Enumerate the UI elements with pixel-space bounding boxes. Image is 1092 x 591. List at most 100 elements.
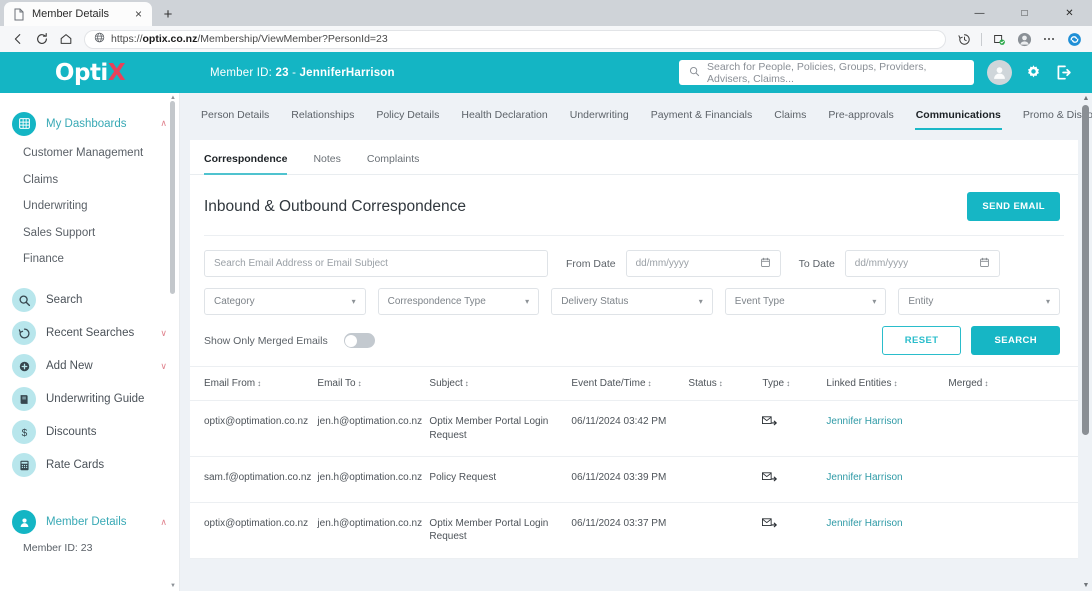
tab-correspondence[interactable]: Correspondence <box>204 153 300 175</box>
cell-type <box>762 400 827 457</box>
tab-complaints[interactable]: Complaints <box>354 153 433 174</box>
column-merged[interactable]: Merged ↕ <box>948 366 1078 401</box>
sidebar-group-my-dashboards[interactable]: My Dashboards ∧ <box>0 107 179 140</box>
entity-select[interactable]: Entity ▾ <box>898 288 1060 315</box>
sidebar-item-underwriting[interactable]: Underwriting <box>0 193 179 220</box>
sidebar-item-customer-management[interactable]: Customer Management <box>0 140 179 167</box>
profile-avatar-icon[interactable] <box>1013 28 1035 50</box>
sidebar-member-id-text: Member ID: 23 <box>23 541 93 554</box>
calendar-icon[interactable] <box>979 257 990 271</box>
sidebar-item-recent-searches[interactable]: Recent Searches ∨ <box>0 317 179 350</box>
sidebar-scrollbar[interactable]: ▲ ▼ <box>170 95 176 589</box>
delivery-status-select[interactable]: Delivery Status ▾ <box>551 288 713 315</box>
sort-icon: ↕ <box>257 379 262 388</box>
new-tab-button[interactable]: + <box>155 2 181 26</box>
sidebar-item-search[interactable]: Search <box>0 284 179 317</box>
main-scrollbar[interactable]: ▲ ▼ <box>1082 95 1090 589</box>
reset-button[interactable]: RESET <box>881 326 962 355</box>
close-icon[interactable]: × <box>131 7 146 22</box>
correspondence-type-select[interactable]: Correspondence Type ▾ <box>377 288 540 315</box>
reload-icon[interactable] <box>31 28 53 50</box>
linked-entity-link[interactable]: Jennifer Harrison <box>826 416 902 427</box>
chevron-up-icon[interactable]: ∧ <box>160 517 167 528</box>
chevron-down-icon[interactable]: ∨ <box>160 361 167 372</box>
column-type[interactable]: Type ↕ <box>762 366 827 401</box>
back-icon[interactable] <box>7 28 29 50</box>
logo-accent-letter: X <box>107 59 126 86</box>
search-input[interactable]: Search Email Address or Email Subject <box>204 250 548 277</box>
from-date-input[interactable]: dd/mm/yyyy <box>625 250 781 277</box>
sidebar-item-add-new[interactable]: Add New ∨ <box>0 350 179 383</box>
linked-entity-link[interactable]: Jennifer Harrison <box>826 518 902 529</box>
settings-gear-icon[interactable] <box>1025 64 1042 81</box>
merged-emails-toggle[interactable] <box>343 333 375 348</box>
tab-claims[interactable]: Claims <box>763 109 817 130</box>
cell-email-from: optix@optimation.co.nz <box>190 400 318 457</box>
tab-person-details[interactable]: Person Details <box>190 109 280 130</box>
scroll-up-arrow-icon[interactable]: ▲ <box>1082 95 1090 102</box>
chevron-up-icon[interactable]: ∧ <box>160 118 167 129</box>
browser-menu-icon[interactable] <box>1038 28 1060 50</box>
tab-underwriting[interactable]: Underwriting <box>559 109 640 130</box>
table-row[interactable]: optix@optimation.co.nz jen.h@optimation.… <box>190 502 1078 559</box>
minimize-icon[interactable]: — <box>957 0 1002 26</box>
event-type-select[interactable]: Event Type ▾ <box>724 288 887 315</box>
maximize-icon[interactable]: □ <box>1002 0 1047 26</box>
chevron-down-icon[interactable]: ∨ <box>160 328 167 339</box>
table-row[interactable]: optix@optimation.co.nz jen.h@optimation.… <box>190 400 1078 457</box>
logout-icon[interactable] <box>1055 64 1072 81</box>
sidebar-scrollbar-thumb[interactable] <box>170 101 175 294</box>
address-bar[interactable]: https://optix.co.nz/Membership/ViewMembe… <box>84 29 946 49</box>
tab-health-declaration[interactable]: Health Declaration <box>450 109 558 130</box>
scroll-down-arrow-icon[interactable]: ▼ <box>170 583 176 589</box>
sidebar-item-claims[interactable]: Claims <box>0 167 179 194</box>
linked-entity-link[interactable]: Jennifer Harrison <box>826 472 902 483</box>
category-select-value: Category <box>214 296 255 307</box>
column-subject[interactable]: Subject ↕ <box>429 366 572 401</box>
sidebar-item-discounts[interactable]: $ Discounts <box>0 416 179 449</box>
to-date-input[interactable]: dd/mm/yyyy <box>844 250 1000 277</box>
member-header-info: Member ID: 23 - JenniferHarrison <box>210 67 395 79</box>
window-close-icon[interactable]: ✕ <box>1047 0 1092 26</box>
column-event-datetime[interactable]: Event Date/Time ↕ <box>571 366 689 401</box>
column-email-to[interactable]: Email To ↕ <box>317 366 430 401</box>
browser-tab[interactable]: Member Details × <box>4 2 152 26</box>
column-status[interactable]: Status ↕ <box>688 366 763 401</box>
category-select[interactable]: Category ▾ <box>204 288 366 315</box>
dollar-icon: $ <box>12 420 36 444</box>
tab-policy-details[interactable]: Policy Details <box>365 109 450 130</box>
cell-subject: Optix Member Portal Login Request <box>429 502 572 559</box>
event-type-select-value: Event Type <box>734 296 785 307</box>
optix-logo[interactable]: OptiX <box>0 60 180 86</box>
home-icon[interactable] <box>55 28 77 50</box>
correspondence-type-select-value: Correspondence Type <box>387 296 486 307</box>
calendar-icon[interactable] <box>760 257 771 271</box>
table-header: Email From ↕ Email To ↕ Subject ↕ Event Dat… <box>190 366 1078 401</box>
sidebar-item-sales-support[interactable]: Sales Support <box>0 220 179 247</box>
sidebar-item-finance[interactable]: Finance <box>0 246 179 273</box>
scroll-down-arrow-icon[interactable]: ▼ <box>1082 582 1090 589</box>
tab-communications[interactable]: Communications <box>905 109 1012 130</box>
global-search-input[interactable]: Search for People, Policies, Groups, Pro… <box>679 60 974 85</box>
search-button[interactable]: SEARCH <box>971 326 1060 355</box>
cell-email-from: optix@optimation.co.nz <box>190 502 318 559</box>
correspondence-card: Correspondence Notes Complaints Inbound … <box>190 140 1078 559</box>
tab-relationships[interactable]: Relationships <box>280 109 365 130</box>
tab-promo-discounts[interactable]: Promo & Discounts <box>1012 109 1092 130</box>
main-scrollbar-thumb[interactable] <box>1082 105 1089 435</box>
send-email-button[interactable]: SEND EMAIL <box>967 192 1060 221</box>
copilot-icon[interactable] <box>1063 28 1085 50</box>
column-linked-entities[interactable]: Linked Entities ↕ <box>826 366 949 401</box>
search-icon <box>689 66 700 80</box>
history-icon[interactable] <box>953 28 975 50</box>
tab-notes[interactable]: Notes <box>300 153 353 174</box>
tab-payment-financials[interactable]: Payment & Financials <box>640 109 764 130</box>
collections-icon[interactable] <box>988 28 1010 50</box>
sidebar-group-member-details[interactable]: Member Details ∧ <box>0 506 179 539</box>
table-row[interactable]: sam.f@optimation.co.nz jen.h@optimation.… <box>190 456 1078 503</box>
sidebar-item-underwriting-guide[interactable]: Underwriting Guide <box>0 383 179 416</box>
user-avatar[interactable] <box>987 60 1012 85</box>
sidebar-item-rate-cards[interactable]: Rate Cards <box>0 449 179 482</box>
tab-pre-approvals[interactable]: Pre-approvals <box>817 109 904 130</box>
column-email-from[interactable]: Email From ↕ <box>190 366 318 401</box>
